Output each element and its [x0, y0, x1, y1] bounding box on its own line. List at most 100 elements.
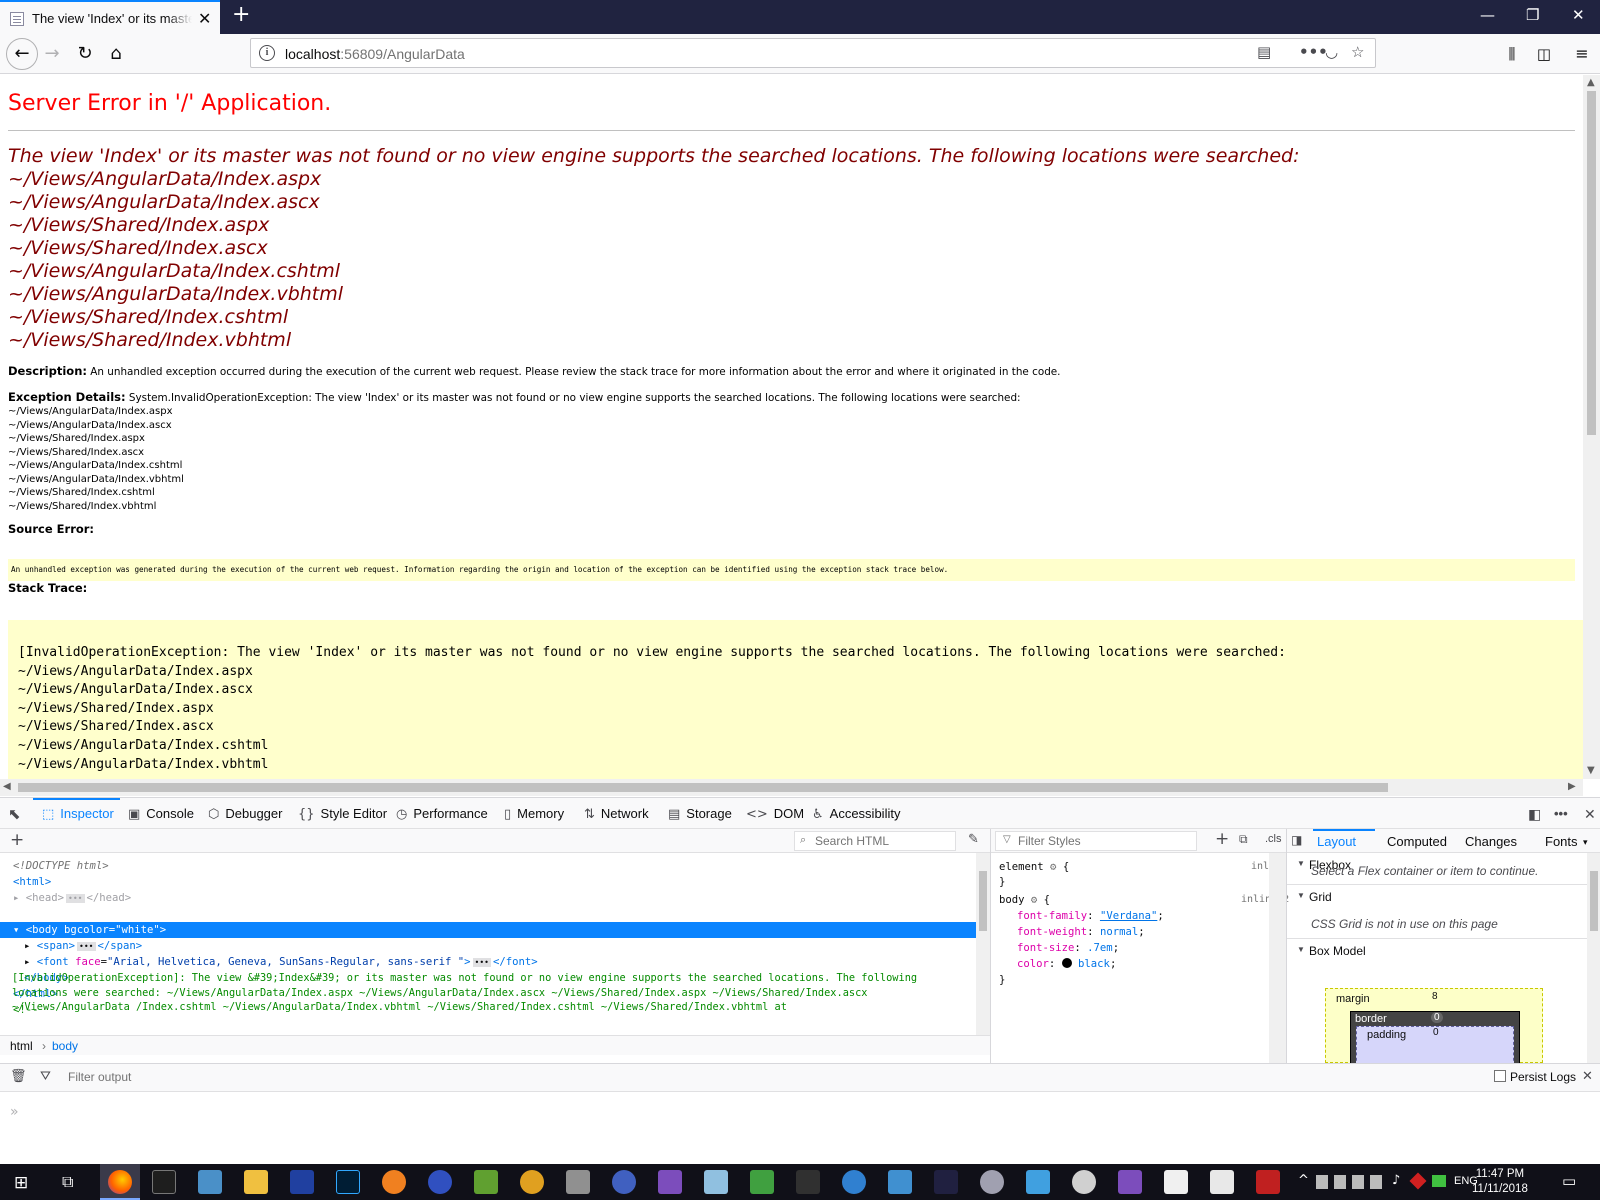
more-tabs-icon[interactable]: ▾	[1583, 837, 1588, 848]
scroll-up-icon[interactable]: ▲	[1587, 77, 1595, 88]
visual-studio-icon[interactable]	[1118, 1170, 1142, 1194]
url-text[interactable]: localhost:56809/AngularData	[285, 46, 465, 62]
breadcrumb-body[interactable]: body	[52, 1036, 78, 1056]
7zip-icon[interactable]	[1164, 1170, 1188, 1194]
color-swatch[interactable]	[1061, 958, 1072, 968]
tab-changes[interactable]: Changes	[1465, 834, 1517, 849]
span-node[interactable]: ▸ <span> ••• </span>	[24, 938, 142, 955]
padding-value[interactable]: 0	[1433, 1027, 1439, 1038]
browser-tab[interactable]: The view 'Index' or its master was not f…	[0, 0, 220, 34]
pseudo-class-icon[interactable]: ⧉	[1239, 832, 1248, 847]
app-icon[interactable]	[750, 1170, 774, 1194]
tab-inspector[interactable]: ⬚ Inspector	[42, 806, 114, 822]
app-icon[interactable]	[796, 1170, 820, 1194]
photoshop-icon[interactable]	[336, 1170, 360, 1194]
battery-icon[interactable]	[1432, 1175, 1446, 1187]
tab-performance[interactable]: ◷ Performance	[396, 806, 488, 822]
devtools-close-icon[interactable]: ✕	[1584, 806, 1596, 823]
devtools-menu-icon[interactable]: •••	[1554, 806, 1568, 821]
reload-icon[interactable]: ↻	[73, 42, 97, 66]
html-node[interactable]: <html>	[13, 874, 51, 890]
comment-node[interactable]: [InvalidOperationException]: The view &#…	[12, 971, 962, 1015]
declaration[interactable]: font-family: "Verdana";	[1017, 910, 1164, 922]
filter-output-input[interactable]: Filter output	[68, 1070, 131, 1084]
tab-network[interactable]: ⇅ Network	[584, 806, 649, 822]
app-icon[interactable]	[612, 1170, 636, 1194]
app-icon[interactable]	[1072, 1170, 1096, 1194]
tab-debugger[interactable]: ⬡ Debugger	[208, 806, 282, 822]
tab-style-editor[interactable]: {} Style Editor	[298, 806, 387, 822]
page-horizontal-scrollbar[interactable]: ◀ ▶	[0, 779, 1583, 796]
margin-value[interactable]: 8	[1432, 991, 1438, 1002]
add-node-icon[interactable]: +	[10, 830, 24, 850]
persist-logs-checkbox[interactable]	[1494, 1070, 1506, 1082]
tab-console[interactable]: ▣ Console	[128, 806, 194, 822]
bookmark-star-icon[interactable]: ☆	[1351, 43, 1364, 61]
doctype-node[interactable]: <!DOCTYPE html>	[13, 858, 109, 874]
site-info-icon[interactable]: i	[259, 45, 275, 61]
terminal-icon[interactable]	[152, 1170, 176, 1194]
tab-accessibility[interactable]: ♿ Accessibility	[812, 806, 900, 822]
tab-dom[interactable]: <> DOM	[746, 806, 804, 822]
tray-chevron-up-icon[interactable]: ^	[1298, 1173, 1309, 1188]
rules-scrollbar[interactable]	[1269, 853, 1287, 1063]
page-actions-icon[interactable]: •••	[1299, 43, 1328, 61]
app-icon[interactable]	[934, 1170, 958, 1194]
home-icon[interactable]: ⌂	[104, 42, 128, 66]
url-bar[interactable]: i localhost:56809/AngularData ▤ ••• ◡ ☆	[250, 38, 1376, 68]
app-tray-icon[interactable]	[1409, 1172, 1427, 1190]
app-icon[interactable]	[198, 1170, 222, 1194]
selected-node-body[interactable]: ▾ <body bgcolor="white">	[0, 922, 976, 938]
new-tab-button[interactable]: +	[232, 2, 250, 27]
library-icon[interactable]: ⫼	[1500, 42, 1524, 66]
search-html-input[interactable]: Search HTML	[794, 831, 956, 851]
app-icon[interactable]	[980, 1170, 1004, 1194]
head-node[interactable]: ▸ <head> ••• </head>	[13, 890, 131, 907]
persist-logs-label[interactable]: Persist Logs	[1510, 1070, 1576, 1084]
app-icon[interactable]	[888, 1170, 912, 1194]
scrollbar-thumb[interactable]	[1590, 871, 1598, 931]
scrollbar-thumb[interactable]	[1587, 91, 1596, 435]
element-picker-icon[interactable]: ⬉	[8, 805, 21, 823]
add-rule-icon[interactable]: +	[1215, 829, 1229, 849]
trash-icon[interactable]: 🗑	[10, 1069, 27, 1084]
app-icon[interactable]	[520, 1170, 544, 1194]
scroll-right-icon[interactable]: ▶	[1568, 781, 1576, 792]
app-icon[interactable]	[1210, 1170, 1234, 1194]
box-model-section[interactable]: ▼ Box Model	[1287, 938, 1587, 964]
tab-layout[interactable]: Layout	[1317, 834, 1356, 849]
maximize-button[interactable]: ❐	[1526, 6, 1539, 24]
layout-scrollbar[interactable]	[1587, 853, 1600, 1063]
declaration[interactable]: font-size: .7em;	[1017, 942, 1119, 954]
breadcrumb-html[interactable]: html	[10, 1036, 33, 1056]
app-icon[interactable]	[290, 1170, 314, 1194]
sidebar-icon[interactable]: ◫	[1532, 42, 1556, 66]
body-rule[interactable]: body ⚙ {	[999, 894, 1050, 906]
back-icon[interactable]: ←	[6, 38, 38, 70]
visual-studio-icon[interactable]	[658, 1170, 682, 1194]
cls-toggle[interactable]: .cls	[1265, 833, 1282, 845]
task-view-icon[interactable]: ⧉	[62, 1172, 73, 1192]
tab-close-icon[interactable]: ✕	[198, 9, 211, 28]
border-value[interactable]: 0	[1431, 1012, 1443, 1023]
window-close-button[interactable]: ✕	[1572, 6, 1585, 24]
firefox-taskbar-button[interactable]	[100, 1164, 140, 1200]
clock[interactable]: 11:47 PM 11/11/2018	[1472, 1167, 1528, 1197]
scroll-down-icon[interactable]: ▼	[1587, 765, 1595, 776]
menu-icon[interactable]: ≡	[1570, 42, 1594, 66]
console-prompt-icon[interactable]: »	[10, 1104, 19, 1120]
app-icon[interactable]	[428, 1170, 452, 1194]
scrollbar-thumb[interactable]	[18, 783, 1388, 792]
blender-icon[interactable]	[382, 1170, 406, 1194]
grid-section[interactable]: ▼ Grid	[1287, 884, 1587, 910]
eyedropper-icon[interactable]: ✎	[968, 832, 979, 847]
volume-icon[interactable]: ♪	[1392, 1173, 1400, 1188]
notifications-icon[interactable]: ▭	[1562, 1172, 1576, 1190]
file-explorer-icon[interactable]	[244, 1170, 268, 1194]
font-node[interactable]: ▸ <font face="Arial, Helvetica, Geneva, …	[24, 954, 538, 971]
filter-icon[interactable]: ⛛	[40, 1069, 51, 1084]
tab-computed[interactable]: Computed	[1387, 834, 1447, 849]
scroll-left-icon[interactable]: ◀	[3, 781, 11, 792]
minimize-button[interactable]: —	[1480, 6, 1495, 24]
toggle-sidebar-icon[interactable]: ◨	[1291, 833, 1302, 847]
